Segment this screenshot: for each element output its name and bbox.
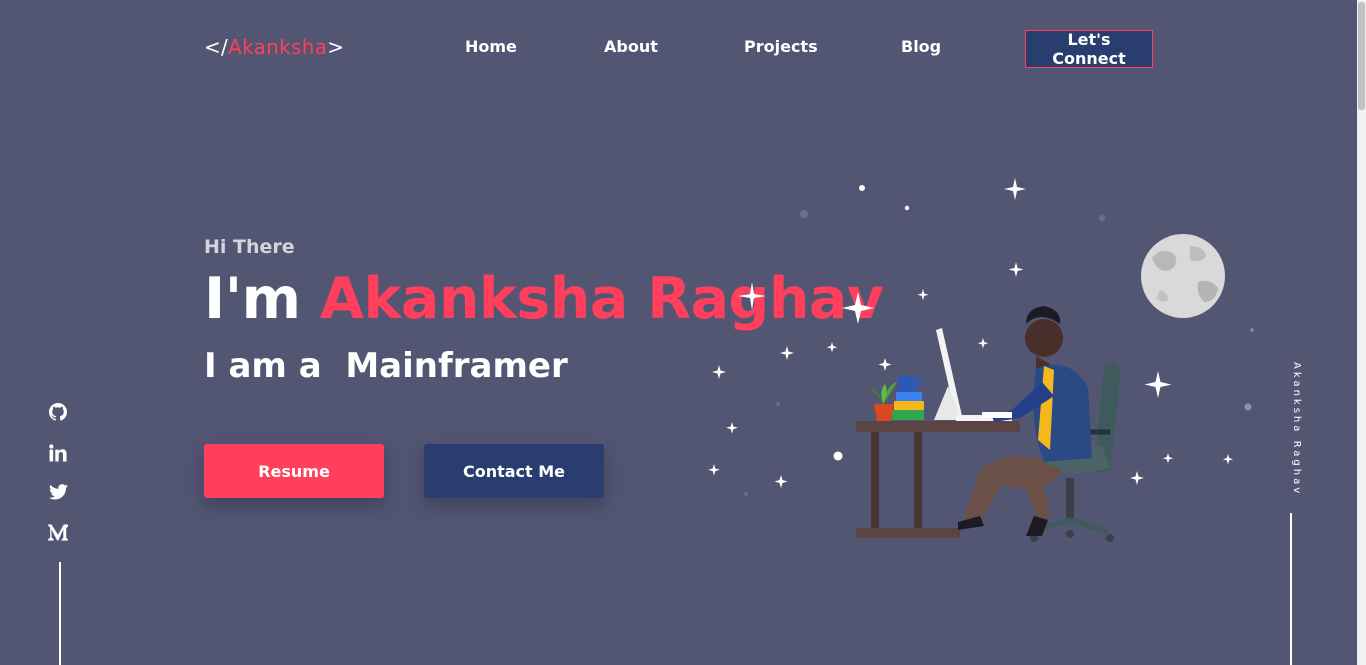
logo-suffix: > [327,35,345,59]
logo-prefix: </ [204,35,229,59]
hero-role: I am a Mainframer [204,346,568,386]
site-logo[interactable]: </Akanksha> [204,35,344,59]
hero-greeting: Hi There [204,236,295,258]
right-vertical-line [1290,513,1292,665]
books-stack [892,376,924,420]
hero-role-prefix: I am a [204,346,346,386]
linkedin-icon[interactable] [48,443,68,463]
hero-role-text: Mainframer [345,346,568,386]
twitter-icon[interactable] [48,482,68,502]
medium-icon[interactable] [48,522,68,542]
side-vertical-name: Akanksha Raghav [1291,362,1302,497]
scrollbar-thumb[interactable] [1358,2,1365,110]
moon-icon [1141,234,1225,318]
developer-illustration [708,178,1254,542]
page-scrollbar[interactable] [1357,0,1366,665]
left-vertical-line [59,562,61,665]
nav-projects[interactable]: Projects [744,37,818,56]
resume-button[interactable]: Resume [204,444,384,498]
nav-about[interactable]: About [604,37,658,56]
stars-decoration [708,178,1254,496]
computer-monitor [934,328,1012,421]
github-icon[interactable] [48,402,68,422]
logo-name: Akanksha [228,35,328,59]
hero-intro: I'm [204,266,320,332]
nav-home[interactable]: Home [465,37,517,56]
contact-me-button[interactable]: Contact Me [424,444,604,498]
lets-connect-button[interactable]: Let's Connect [1025,30,1153,68]
nav-blog[interactable]: Blog [901,37,941,56]
